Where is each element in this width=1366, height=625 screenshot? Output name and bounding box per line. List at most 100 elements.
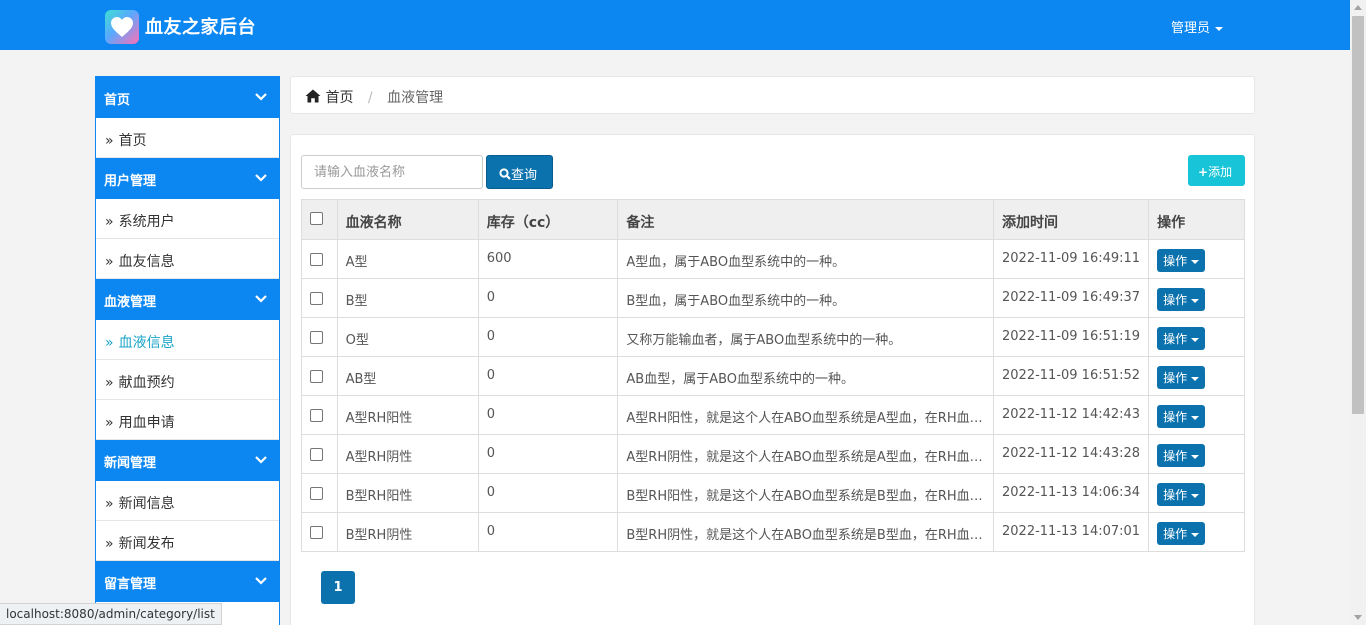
caret-down-icon (1191, 454, 1200, 459)
caret-down-icon (1191, 376, 1200, 381)
row-checkbox[interactable] (310, 331, 323, 344)
stock-cell: 0 (477, 473, 619, 513)
time-cell: 2022-11-13 14:07:01 (992, 512, 1150, 552)
sidebar-item-donation-booking[interactable]: » 献血预约 (96, 360, 279, 400)
query-button[interactable]: 查询 (486, 155, 553, 189)
double-chevron-icon: » (105, 133, 114, 149)
table-row: B型RH阴性 0 B型RH阴性，就是这个人在ABO血型系统是B型血，在RH血型系… (301, 512, 1245, 552)
scrollbar-thumb[interactable] (1352, 16, 1364, 414)
double-chevron-icon: » (105, 415, 114, 431)
sidebar-item-label: 新闻发布 (118, 536, 175, 552)
column-header[interactable]: 添加时间 (992, 199, 1150, 240)
stock-cell: 0 (477, 317, 619, 357)
note-cell: B型RH阴性，就是这个人在ABO血型系统是B型血，在RH血型系... (617, 512, 994, 552)
sidebar-item-news-publish[interactable]: » 新闻发布 (96, 521, 279, 561)
scroll-up-arrow-icon[interactable] (1354, 5, 1362, 10)
search-input[interactable] (301, 155, 483, 189)
table-row: B型RH阳性 0 B型RH阳性，就是这个人在ABO血型系统是B型血，在RH血型系… (301, 473, 1245, 513)
sidebar-item-home[interactable]: » 首页 (96, 118, 279, 158)
brand-title[interactable]: 血友之家后台 (145, 13, 256, 39)
action-dropdown-button[interactable]: 操作 (1157, 327, 1206, 350)
time-cell: 2022-11-13 14:06:34 (992, 473, 1150, 513)
column-header: 操作 (1148, 199, 1245, 240)
user-menu-label: 管理员 (1171, 21, 1211, 36)
table-row: O型 0 又称万能输血者，属于ABO血型系统中的一种。 2022-11-09 1… (301, 317, 1245, 357)
note-cell: A型血，属于ABO血型系统中的一种。 (617, 239, 994, 279)
row-checkbox[interactable] (310, 526, 323, 539)
row-checkbox[interactable] (310, 292, 323, 305)
action-label: 操作 (1163, 527, 1188, 541)
time-cell: 2022-11-12 14:42:43 (992, 395, 1150, 435)
page-scrollbar[interactable] (1350, 0, 1366, 625)
search-icon (499, 168, 511, 180)
column-header[interactable]: 备注 (617, 199, 994, 240)
sidebar-item-label: 首页 (118, 133, 147, 149)
plus-icon: + (1198, 165, 1209, 179)
top-navbar: 血友之家后台 管理员 (0, 0, 1350, 50)
query-button-label: 查询 (511, 168, 538, 183)
action-dropdown-button[interactable]: 操作 (1157, 288, 1206, 311)
sidebar-group-user-management[interactable]: 用户管理 (96, 158, 279, 199)
sidebar-item-system-users[interactable]: » 系统用户 (96, 199, 279, 239)
sidebar-item-blood-info[interactable]: » 血液信息 (96, 320, 279, 360)
row-checkbox[interactable] (310, 370, 323, 383)
sidebar-group-news-management[interactable]: 新闻管理 (96, 440, 279, 481)
blood-table: 血液名称 库存（cc） 备注 添加时间 操作 A型 600 A型血，属于ABO血… (301, 199, 1245, 552)
chevron-down-icon (255, 174, 267, 182)
stock-cell: 0 (477, 278, 619, 318)
column-header[interactable]: 库存（cc） (477, 199, 619, 240)
status-bar-url: localhost:8080/admin/category/list (0, 603, 222, 625)
double-chevron-icon: » (105, 254, 114, 270)
time-cell: 2022-11-12 14:43:28 (992, 434, 1150, 474)
sidebar-item-label: 新闻信息 (118, 496, 175, 512)
sidebar-group-blood-management[interactable]: 血液管理 (96, 279, 279, 320)
time-cell: 2022-11-09 16:49:11 (992, 239, 1150, 279)
double-chevron-icon: » (105, 375, 114, 391)
breadcrumb-home-link[interactable]: 首页 (325, 90, 353, 106)
caret-down-icon (1191, 259, 1200, 264)
row-checkbox[interactable] (310, 448, 323, 461)
pagination-page-1[interactable]: 1 (321, 571, 355, 604)
note-cell: A型RH阳性，就是这个人在ABO血型系统是A型血，在RH血型系... (617, 395, 994, 435)
caret-down-icon (1215, 26, 1224, 31)
action-label: 操作 (1163, 332, 1188, 346)
stock-cell: 0 (477, 434, 619, 474)
blood-name-cell: AB型 (336, 356, 479, 396)
row-checkbox[interactable] (310, 487, 323, 500)
blood-name-cell: A型RH阴性 (336, 434, 479, 474)
scroll-down-arrow-icon[interactable] (1354, 615, 1362, 620)
row-checkbox[interactable] (310, 253, 323, 266)
time-cell: 2022-11-09 16:51:52 (992, 356, 1150, 396)
sidebar-item-blood-request[interactable]: » 用血申请 (96, 400, 279, 440)
column-header[interactable]: 血液名称 (336, 199, 479, 240)
sidebar-item-label: 系统用户 (118, 214, 175, 230)
breadcrumb-separator: / (367, 90, 373, 106)
action-dropdown-button[interactable]: 操作 (1157, 522, 1206, 545)
note-cell: B型RH阳性，就是这个人在ABO血型系统是B型血，在RH血型系... (617, 473, 994, 513)
user-menu-dropdown[interactable]: 管理员 (1171, 17, 1224, 36)
caret-down-icon (1191, 532, 1200, 537)
sidebar-item-news-info[interactable]: » 新闻信息 (96, 481, 279, 521)
table-row: B型 0 B型血，属于ABO血型系统中的一种。 2022-11-09 16:49… (301, 278, 1245, 318)
heart-logo-icon (105, 10, 139, 44)
sidebar-item-patient-info[interactable]: » 血友信息 (96, 239, 279, 279)
caret-down-icon (1191, 493, 1200, 498)
action-dropdown-button[interactable]: 操作 (1157, 249, 1206, 272)
action-dropdown-button[interactable]: 操作 (1157, 366, 1206, 389)
sidebar-group-label: 用户管理 (104, 174, 157, 189)
sidebar-group-home[interactable]: 首页 (96, 77, 279, 118)
action-label: 操作 (1163, 410, 1188, 424)
sidebar-group-message-management[interactable]: 留言管理 (96, 561, 279, 602)
double-chevron-icon: » (105, 335, 114, 351)
action-dropdown-button[interactable]: 操作 (1157, 444, 1206, 467)
action-dropdown-button[interactable]: 操作 (1157, 405, 1206, 428)
blood-name-cell: B型RH阳性 (336, 473, 479, 513)
chevron-down-icon (255, 456, 267, 464)
row-checkbox[interactable] (310, 409, 323, 422)
breadcrumb-current: 血液管理 (387, 90, 444, 106)
action-dropdown-button[interactable]: 操作 (1157, 483, 1206, 506)
add-button[interactable]: +添加 (1188, 155, 1245, 186)
stock-cell: 0 (477, 356, 619, 396)
select-all-checkbox[interactable] (310, 212, 323, 225)
double-chevron-icon: » (105, 496, 114, 512)
